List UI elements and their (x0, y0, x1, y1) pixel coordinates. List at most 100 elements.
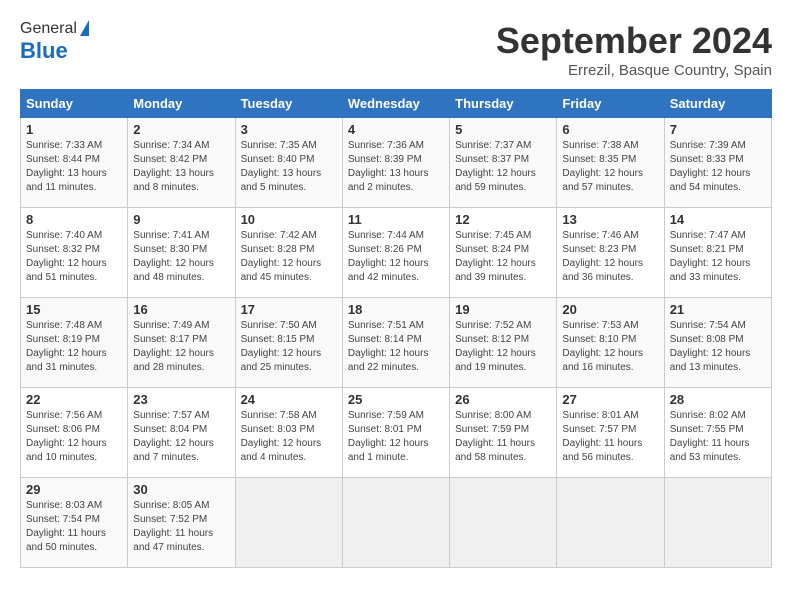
day-number: 23 (133, 392, 229, 407)
calendar-cell: 8 Sunrise: 7:40 AMSunset: 8:32 PMDaylight… (21, 208, 128, 298)
calendar-cell: 1 Sunrise: 7:33 AMSunset: 8:44 PMDaylight… (21, 118, 128, 208)
day-number: 30 (133, 482, 229, 497)
cell-content: Sunrise: 7:52 AMSunset: 8:12 PMDaylight:… (455, 319, 551, 375)
calendar-week-5: 29 Sunrise: 8:03 AMSunset: 7:54 PMDayligh… (21, 478, 772, 568)
calendar-cell: 20 Sunrise: 7:53 AMSunset: 8:10 PMDayligh… (557, 298, 664, 388)
calendar-cell: 19 Sunrise: 7:52 AMSunset: 8:12 PMDayligh… (450, 298, 557, 388)
calendar-cell: 18 Sunrise: 7:51 AMSunset: 8:14 PMDayligh… (342, 298, 449, 388)
calendar-cell: 25Sunrise: 7:59 AMSunset: 8:01 PMDayligh… (342, 388, 449, 478)
day-number: 29 (26, 482, 122, 497)
col-wednesday: Wednesday (342, 90, 449, 118)
calendar-body: 1 Sunrise: 7:33 AMSunset: 8:44 PMDaylight… (21, 118, 772, 568)
month-title: September 2024 (496, 20, 772, 62)
col-friday: Friday (557, 90, 664, 118)
calendar-cell: 3 Sunrise: 7:35 AMSunset: 8:40 PMDaylight… (235, 118, 342, 208)
col-monday: Monday (128, 90, 235, 118)
calendar-cell: 7 Sunrise: 7:39 AMSunset: 8:33 PMDaylight… (664, 118, 771, 208)
col-thursday: Thursday (450, 90, 557, 118)
cell-content: Sunrise: 7:44 AMSunset: 8:26 PMDaylight:… (348, 229, 444, 285)
calendar-cell: 10Sunrise: 7:42 AMSunset: 8:28 PMDayligh… (235, 208, 342, 298)
calendar-cell: 27Sunrise: 8:01 AMSunset: 7:57 PMDayligh… (557, 388, 664, 478)
logo-general-text: General (20, 20, 77, 38)
day-number: 18 (348, 302, 444, 317)
calendar-cell (664, 478, 771, 568)
calendar-cell: 13Sunrise: 7:46 AMSunset: 8:23 PMDayligh… (557, 208, 664, 298)
header-row: Sunday Monday Tuesday Wednesday Thursday… (21, 90, 772, 118)
day-number: 28 (670, 392, 766, 407)
day-number: 20 (562, 302, 658, 317)
cell-content: Sunrise: 7:42 AMSunset: 8:28 PMDaylight:… (241, 229, 337, 285)
cell-content: Sunrise: 7:51 AMSunset: 8:14 PMDaylight:… (348, 319, 444, 375)
cell-content: Sunrise: 8:01 AMSunset: 7:57 PMDaylight:… (562, 409, 658, 465)
calendar-cell: 6Sunrise: 7:38 AMSunset: 8:35 PMDaylight… (557, 118, 664, 208)
cell-content: Sunrise: 7:45 AMSunset: 8:24 PMDaylight:… (455, 229, 551, 285)
calendar-cell: 24Sunrise: 7:58 AMSunset: 8:03 PMDayligh… (235, 388, 342, 478)
calendar-cell (235, 478, 342, 568)
calendar-cell: 30 Sunrise: 8:05 AMSunset: 7:52 PMDayligh… (128, 478, 235, 568)
cell-content: Sunrise: 7:39 AMSunset: 8:33 PMDaylight:… (670, 139, 766, 195)
day-number: 5 (455, 122, 551, 137)
calendar-cell: 11 Sunrise: 7:44 AMSunset: 8:26 PMDayligh… (342, 208, 449, 298)
day-number: 4 (348, 122, 444, 137)
calendar-cell (557, 478, 664, 568)
cell-content: Sunrise: 8:03 AMSunset: 7:54 PMDaylight:… (26, 499, 122, 555)
day-number: 9 (133, 212, 229, 227)
day-number: 14 (670, 212, 766, 227)
day-number: 2 (133, 122, 229, 137)
calendar-cell: 22 Sunrise: 7:56 AMSunset: 8:06 PMDayligh… (21, 388, 128, 478)
cell-content: Sunrise: 7:35 AMSunset: 8:40 PMDaylight:… (241, 139, 337, 195)
calendar-cell: 5 Sunrise: 7:37 AMSunset: 8:37 PMDaylight… (450, 118, 557, 208)
calendar-table: Sunday Monday Tuesday Wednesday Thursday… (20, 89, 772, 568)
calendar-cell: 26 Sunrise: 8:00 AMSunset: 7:59 PMDayligh… (450, 388, 557, 478)
calendar-week-3: 15 Sunrise: 7:48 AMSunset: 8:19 PMDayligh… (21, 298, 772, 388)
day-number: 8 (26, 212, 122, 227)
cell-content: Sunrise: 7:33 AMSunset: 8:44 PMDaylight:… (26, 139, 122, 195)
day-number: 16 (133, 302, 229, 317)
cell-content: Sunrise: 7:50 AMSunset: 8:15 PMDaylight:… (241, 319, 337, 375)
cell-content: Sunrise: 7:38 AMSunset: 8:35 PMDaylight:… (562, 139, 658, 195)
col-tuesday: Tuesday (235, 90, 342, 118)
cell-content: Sunrise: 7:48 AMSunset: 8:19 PMDaylight:… (26, 319, 122, 375)
day-number: 11 (348, 212, 444, 227)
cell-content: Sunrise: 7:58 AMSunset: 8:03 PMDaylight:… (241, 409, 337, 465)
day-number: 3 (241, 122, 337, 137)
col-sunday: Sunday (21, 90, 128, 118)
day-number: 21 (670, 302, 766, 317)
header: General Blue September 2024 Errezil, Bas… (20, 20, 772, 79)
cell-content: Sunrise: 8:05 AMSunset: 7:52 PMDaylight:… (133, 499, 229, 555)
calendar-cell: 16Sunrise: 7:49 AMSunset: 8:17 PMDayligh… (128, 298, 235, 388)
cell-content: Sunrise: 7:59 AMSunset: 8:01 PMDaylight:… (348, 409, 444, 465)
day-number: 22 (26, 392, 122, 407)
cell-content: Sunrise: 7:37 AMSunset: 8:37 PMDaylight:… (455, 139, 551, 195)
calendar-cell (342, 478, 449, 568)
cell-content: Sunrise: 8:02 AMSunset: 7:55 PMDaylight:… (670, 409, 766, 465)
cell-content: Sunrise: 7:53 AMSunset: 8:10 PMDaylight:… (562, 319, 658, 375)
title-area: September 2024 Errezil, Basque Country, … (496, 20, 772, 79)
cell-content: Sunrise: 8:00 AMSunset: 7:59 PMDaylight:… (455, 409, 551, 465)
logo-triangle-icon (80, 20, 89, 36)
calendar-cell: 17Sunrise: 7:50 AMSunset: 8:15 PMDayligh… (235, 298, 342, 388)
location-subtitle: Errezil, Basque Country, Spain (496, 62, 772, 79)
calendar-cell: 21Sunrise: 7:54 AMSunset: 8:08 PMDayligh… (664, 298, 771, 388)
day-number: 1 (26, 122, 122, 137)
cell-content: Sunrise: 7:56 AMSunset: 8:06 PMDaylight:… (26, 409, 122, 465)
cell-content: Sunrise: 7:40 AMSunset: 8:32 PMDaylight:… (26, 229, 122, 285)
cell-content: Sunrise: 7:47 AMSunset: 8:21 PMDaylight:… (670, 229, 766, 285)
day-number: 7 (670, 122, 766, 137)
calendar-cell (450, 478, 557, 568)
calendar-week-2: 8 Sunrise: 7:40 AMSunset: 8:32 PMDaylight… (21, 208, 772, 298)
calendar-week-1: 1 Sunrise: 7:33 AMSunset: 8:44 PMDaylight… (21, 118, 772, 208)
day-number: 19 (455, 302, 551, 317)
calendar-cell: 23Sunrise: 7:57 AMSunset: 8:04 PMDayligh… (128, 388, 235, 478)
calendar-cell: 9 Sunrise: 7:41 AMSunset: 8:30 PMDaylight… (128, 208, 235, 298)
calendar-cell: 28 Sunrise: 8:02 AMSunset: 7:55 PMDayligh… (664, 388, 771, 478)
calendar-header: Sunday Monday Tuesday Wednesday Thursday… (21, 90, 772, 118)
day-number: 26 (455, 392, 551, 407)
calendar-cell: 2Sunrise: 7:34 AMSunset: 8:42 PMDaylight… (128, 118, 235, 208)
calendar-cell: 29 Sunrise: 8:03 AMSunset: 7:54 PMDayligh… (21, 478, 128, 568)
cell-content: Sunrise: 7:41 AMSunset: 8:30 PMDaylight:… (133, 229, 229, 285)
calendar-cell: 14 Sunrise: 7:47 AMSunset: 8:21 PMDayligh… (664, 208, 771, 298)
calendar-cell: 15 Sunrise: 7:48 AMSunset: 8:19 PMDayligh… (21, 298, 128, 388)
day-number: 15 (26, 302, 122, 317)
cell-content: Sunrise: 7:46 AMSunset: 8:23 PMDaylight:… (562, 229, 658, 285)
